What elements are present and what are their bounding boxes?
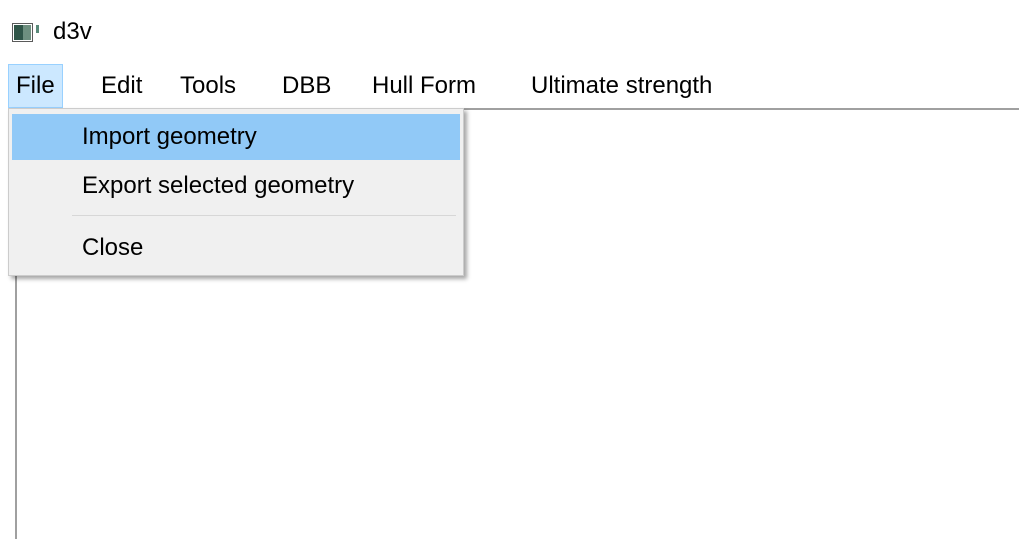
menu-item-import-geometry[interactable]: Import geometry (12, 114, 460, 160)
menu-tools[interactable]: Tools (172, 64, 244, 108)
menu-ultimate-strength[interactable]: Ultimate strength (523, 64, 720, 108)
menu-edit[interactable]: Edit (93, 64, 150, 108)
file-dropdown-menu: Import geometry Export selected geometry… (8, 108, 464, 276)
app-window-icon (12, 23, 39, 42)
menu-file[interactable]: File (8, 64, 63, 108)
window-title: d3v (53, 18, 92, 45)
menu-item-close[interactable]: Close (12, 225, 460, 271)
title-bar: d3v (0, 0, 1019, 64)
menu-hull-form[interactable]: Hull Form (364, 64, 484, 108)
menu-separator (72, 215, 456, 216)
menu-dbb[interactable]: DBB (274, 64, 339, 108)
menu-item-export-selected-geometry[interactable]: Export selected geometry (12, 163, 460, 209)
menu-bar: File Edit Tools DBB Hull Form Ultimate s… (0, 64, 1019, 108)
